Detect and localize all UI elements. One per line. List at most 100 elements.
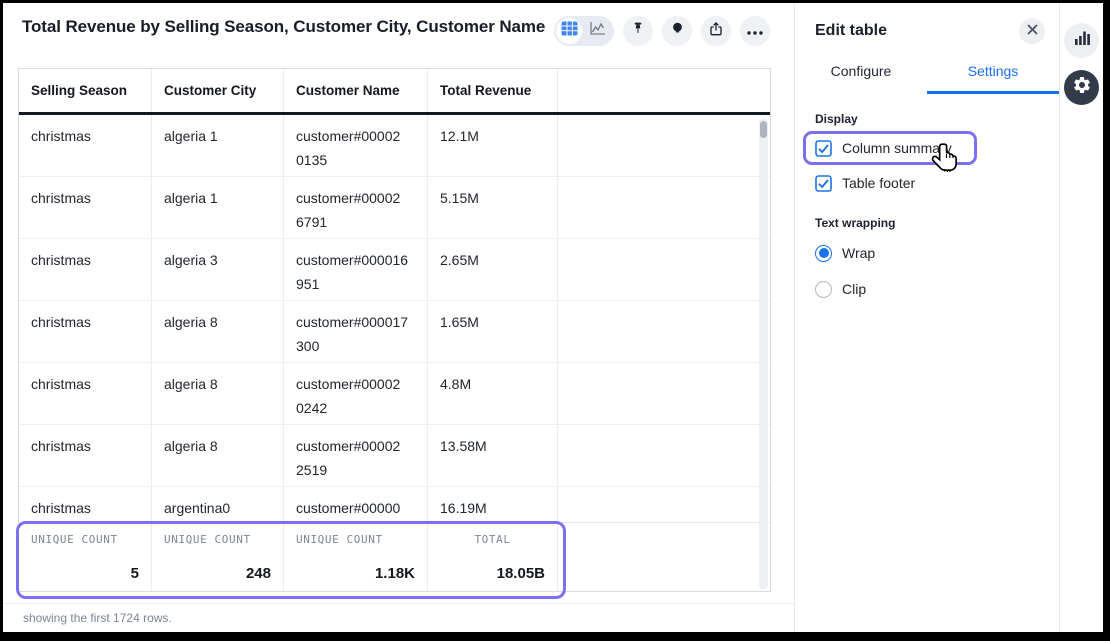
cell-name[interactable]: customer#000022519: [283, 425, 427, 486]
format-settings-button[interactable]: [1064, 70, 1099, 105]
table-row[interactable]: christmas algeria 1 customer#000026791 5…: [19, 177, 770, 239]
cell-city[interactable]: algeria 8: [151, 425, 283, 486]
cell-city[interactable]: argentina0: [151, 487, 283, 522]
cell-revenue[interactable]: 12.1M: [427, 115, 557, 176]
more-options-button[interactable]: [740, 16, 770, 46]
cell-empty[interactable]: [557, 115, 770, 176]
summary-cell[interactable]: UNIQUE COUNT 5: [19, 523, 151, 591]
cell-season[interactable]: christmas: [19, 425, 151, 486]
pin-button[interactable]: [623, 16, 653, 46]
cell-city[interactable]: algeria 8: [151, 301, 283, 362]
cell-name[interactable]: customer#000016951: [283, 239, 427, 300]
summary-cell-empty[interactable]: [557, 523, 770, 591]
cell-revenue[interactable]: 4.8M: [427, 363, 557, 424]
cell-name[interactable]: customer#000020135: [283, 115, 427, 176]
column-summary-option[interactable]: Column summary: [815, 138, 1041, 158]
table-row[interactable]: christmas argentina0 customer#00000 16.1…: [19, 487, 770, 522]
cell-empty[interactable]: [557, 177, 770, 238]
table-footer-checkbox[interactable]: [815, 175, 832, 192]
cell-empty[interactable]: [557, 239, 770, 300]
clip-label: Clip: [842, 281, 866, 297]
cell-name-line1: customer#000016: [296, 248, 417, 272]
scrollbar-thumb[interactable]: [760, 121, 767, 138]
cell-revenue[interactable]: 2.65M: [427, 239, 557, 300]
cell-revenue[interactable]: 5.15M: [427, 177, 557, 238]
summary-cell[interactable]: UNIQUE COUNT 1.18K: [283, 523, 427, 591]
row-count-note: showing the first 1724 rows.: [3, 603, 794, 632]
table-view-button[interactable]: [556, 18, 582, 44]
table-row[interactable]: christmas algeria 1 customer#000020135 1…: [19, 115, 770, 177]
clip-radio[interactable]: [815, 281, 832, 298]
share-button[interactable]: [701, 16, 731, 46]
table-row[interactable]: christmas algeria 8 customer#000022519 1…: [19, 425, 770, 487]
explore-button[interactable]: [662, 16, 692, 46]
cell-name[interactable]: customer#000020242: [283, 363, 427, 424]
summary-label: UNIQUE COUNT: [164, 533, 271, 546]
bar-chart-icon: [1074, 30, 1090, 51]
cell-season[interactable]: christmas: [19, 487, 151, 522]
view-toggle: [554, 16, 614, 46]
app-window: Total Revenue by Selling Season, Custome…: [0, 0, 1110, 641]
wrap-option[interactable]: Wrap: [815, 243, 1041, 263]
cell-name-line2: 6791: [296, 210, 417, 234]
cell-season[interactable]: christmas: [19, 177, 151, 238]
column-header-selling-season[interactable]: Selling Season: [19, 69, 151, 112]
cell-city[interactable]: algeria 3: [151, 239, 283, 300]
wrap-radio[interactable]: [815, 245, 832, 262]
cell-name-line1: customer#00002: [296, 372, 417, 396]
cell-empty[interactable]: [557, 301, 770, 362]
cell-name-line2: 2519: [296, 458, 417, 482]
tab-settings[interactable]: Settings: [927, 53, 1059, 94]
table-row[interactable]: christmas algeria 3 customer#000016951 2…: [19, 239, 770, 301]
cell-name[interactable]: customer#000017300: [283, 301, 427, 362]
column-header-customer-city[interactable]: Customer City: [151, 69, 283, 112]
table-scrollbar[interactable]: [759, 119, 768, 589]
panel-body: Display Column summary: [795, 94, 1059, 299]
cell-city[interactable]: algeria 8: [151, 363, 283, 424]
tab-configure[interactable]: Configure: [795, 53, 927, 94]
cell-revenue[interactable]: 16.19M: [427, 487, 557, 522]
close-panel-button[interactable]: [1019, 18, 1045, 44]
column-header-total-revenue[interactable]: Total Revenue: [427, 69, 557, 112]
cell-season[interactable]: christmas: [19, 115, 151, 176]
clip-option[interactable]: Clip: [815, 279, 1041, 299]
data-table: Selling Season Customer City Customer Na…: [18, 68, 771, 592]
cell-empty[interactable]: [557, 487, 770, 522]
cell-empty[interactable]: [557, 425, 770, 486]
summary-label: UNIQUE COUNT: [296, 533, 415, 546]
cell-name-line1: customer#00002: [296, 186, 417, 210]
summary-value: 18.05B: [440, 565, 545, 582]
table-row[interactable]: christmas algeria 8 customer#000020242 4…: [19, 363, 770, 425]
share-icon: [708, 21, 724, 42]
cell-season[interactable]: christmas: [19, 239, 151, 300]
table-row[interactable]: christmas algeria 8 customer#000017300 1…: [19, 301, 770, 363]
text-wrapping-heading: Text wrapping: [815, 216, 1041, 230]
cell-city[interactable]: algeria 1: [151, 115, 283, 176]
column-header-customer-name[interactable]: Customer Name: [283, 69, 427, 112]
display-section-heading: Display: [815, 112, 1041, 126]
gear-icon: [1072, 75, 1092, 100]
panel-tabs: Configure Settings: [795, 53, 1059, 94]
cell-name[interactable]: customer#00000: [283, 487, 427, 522]
page-title[interactable]: Total Revenue by Selling Season, Custome…: [22, 17, 545, 37]
table-header-row: Selling Season Customer City Customer Na…: [19, 69, 770, 115]
chart-view-button[interactable]: [584, 18, 610, 44]
summary-cell[interactable]: TOTAL 18.05B: [427, 523, 557, 591]
summary-cell[interactable]: UNIQUE COUNT 248: [151, 523, 283, 591]
element-properties-button[interactable]: [1064, 23, 1099, 58]
column-summary-row: UNIQUE COUNT 5 UNIQUE COUNT 248 UNIQUE C…: [19, 522, 770, 591]
cell-season[interactable]: christmas: [19, 363, 151, 424]
cell-season[interactable]: christmas: [19, 301, 151, 362]
cell-name-line2: 300: [296, 334, 417, 358]
cell-revenue[interactable]: 1.65M: [427, 301, 557, 362]
cell-city[interactable]: algeria 1: [151, 177, 283, 238]
cell-name[interactable]: customer#000026791: [283, 177, 427, 238]
cell-empty[interactable]: [557, 363, 770, 424]
summary-value: 1.18K: [296, 565, 415, 582]
column-header-empty[interactable]: [557, 69, 770, 112]
column-summary-checkbox[interactable]: [815, 140, 832, 157]
cell-revenue[interactable]: 13.58M: [427, 425, 557, 486]
table-footer-label: Table footer: [842, 175, 915, 191]
edit-table-panel: Edit table Configure Settings Display Co…: [794, 3, 1059, 632]
table-footer-option[interactable]: Table footer: [815, 173, 1041, 193]
